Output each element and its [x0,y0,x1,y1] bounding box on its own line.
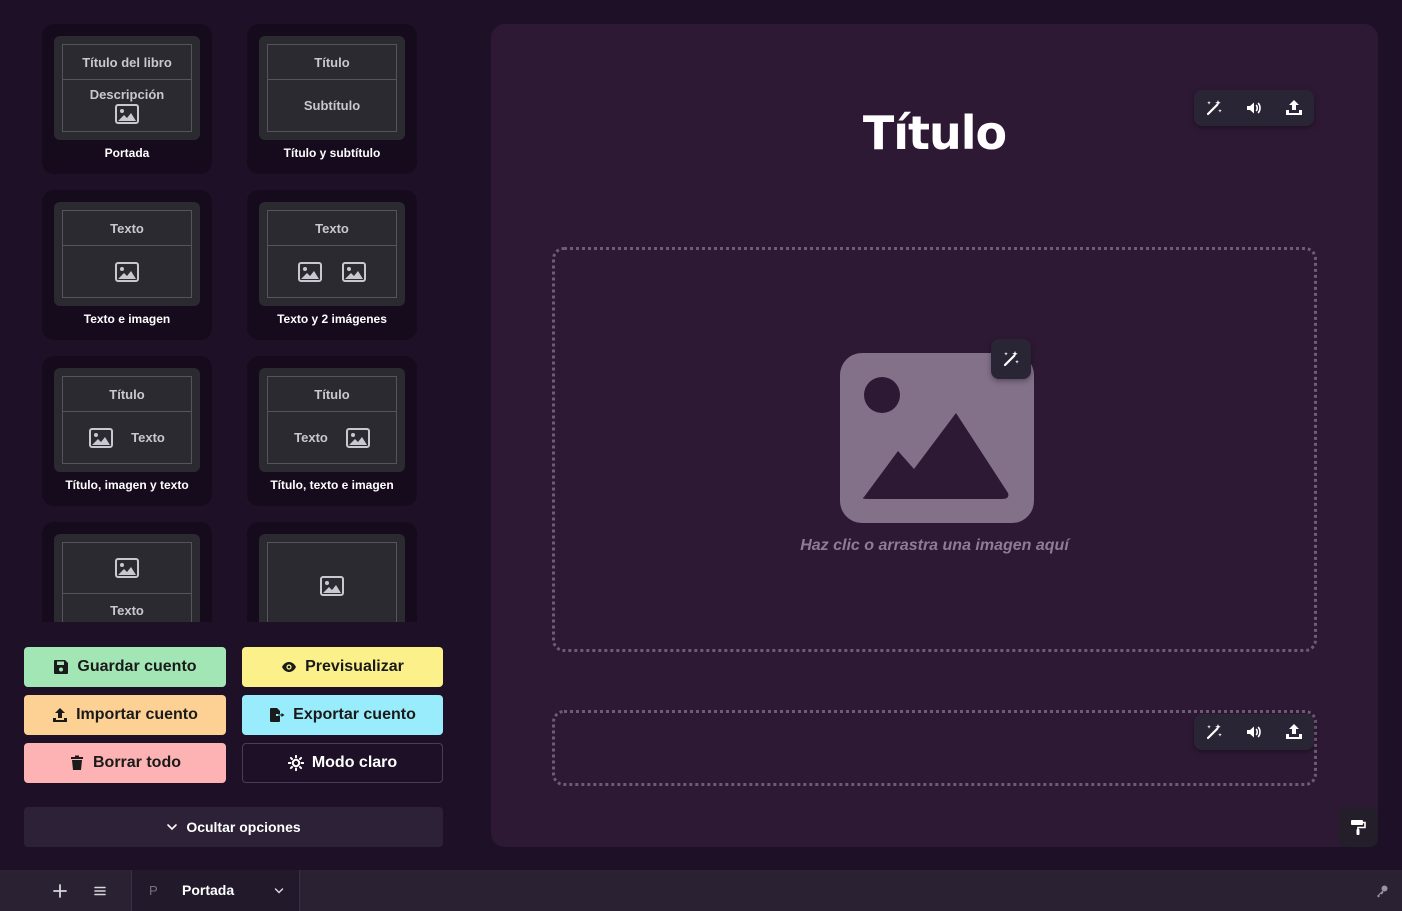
floppy-disk-icon [54,660,69,674]
hide-options-label: Ocultar opciones [186,819,301,835]
image-icon [115,261,139,282]
paint-roller-icon[interactable] [1338,807,1378,847]
plus-icon[interactable] [48,870,72,911]
export-story-label: Exportar cuento [293,706,416,723]
template-label: Título, imagen y texto [65,478,189,492]
preview-line: Texto [131,430,165,445]
export-story-button[interactable]: Exportar cuento [242,695,443,735]
template-card-titulo-texto-imagen[interactable]: Título Texto Título, texto e imagen [247,356,417,506]
image-icon [320,576,344,596]
light-mode-button[interactable]: Modo claro [242,743,443,783]
template-card-titulo-subtitulo[interactable]: Título Subtítulo Título y subtítulo [247,24,417,174]
preview-button[interactable]: Previsualizar [242,647,443,687]
template-label: Título, texto e imagen [270,478,394,492]
image-dropzone[interactable]: Haz clic o arrastra una imagen aquí [552,247,1317,652]
template-label: Portada [104,146,150,160]
preview-line: Título del libro [82,54,172,70]
magic-wand-icon[interactable] [1204,98,1224,118]
image-icon [115,558,139,578]
file-export-icon [270,708,285,722]
preview-line: Título [314,54,350,70]
template-preview: Texto [259,202,405,306]
template-preview: Texto [54,202,200,306]
preview-line: Texto [110,220,144,236]
preview-line: Título [314,386,350,402]
preview-label: Previsualizar [305,658,404,675]
template-card-imagen[interactable] [247,522,417,622]
key-icon[interactable] [1372,870,1392,911]
template-preview: Título Subtítulo [259,36,405,140]
title-toolbar [1194,90,1314,126]
menu-icon[interactable] [88,870,112,911]
template-card-texto-2-imagenes[interactable]: Texto Texto y 2 imágenes [247,190,417,340]
light-mode-label: Modo claro [311,754,398,771]
image-icon [345,427,370,448]
template-card-texto-imagen[interactable]: Texto Texto e imagen [42,190,212,340]
page-bar: P Portada [0,870,1402,911]
image-icon [298,261,322,282]
template-card-portada[interactable]: Título del libro Descripción Portada [42,24,212,174]
image-drop-hint: Haz clic o arrastra una imagen aquí [800,537,1069,554]
upload-icon[interactable] [1284,98,1304,118]
template-label: Título y subtítulo [283,146,381,160]
sidebar: Título del libro Descripción Portada Tít… [0,0,468,870]
preview-line: Texto [63,593,191,622]
image-icon [115,104,139,124]
image-icon [89,427,114,448]
template-preview [259,534,405,622]
chevron-down-icon[interactable] [274,886,284,896]
import-story-label: Importar cuento [76,706,198,723]
chevron-down-icon [167,824,178,831]
text-toolbar [1194,714,1314,750]
preview-line: Descripción [89,87,165,102]
page-name: Portada [182,882,235,898]
preview-line: Título [109,386,145,402]
hide-options-button[interactable]: Ocultar opciones [24,807,443,847]
save-story-label: Guardar cuento [77,658,197,675]
template-card-imagen-texto[interactable]: Texto [42,522,212,622]
preview-line: Texto [294,430,328,445]
eye-icon [282,662,297,672]
template-preview: Texto [54,534,200,622]
template-label: Texto e imagen [83,312,171,326]
upload-icon[interactable] [1284,722,1304,742]
clear-all-label: Borrar todo [93,754,181,771]
page-prefix: P [149,883,158,898]
template-label: Texto y 2 imágenes [277,312,387,326]
preview-line: Subtítulo [268,79,396,131]
magic-wand-icon[interactable] [1204,722,1224,742]
save-story-button[interactable]: Guardar cuento [24,647,226,687]
import-story-button[interactable]: Importar cuento [24,695,226,735]
template-preview: Título Texto [259,368,405,472]
speaker-icon[interactable] [1244,722,1264,742]
image-icon [342,261,366,282]
template-list[interactable]: Título del libro Descripción Portada Tít… [24,24,444,622]
template-preview: Título Texto [54,368,200,472]
template-card-titulo-imagen-texto[interactable]: Título Texto Título, imagen y texto [42,356,212,506]
trash-icon [71,755,83,770]
clear-all-button[interactable]: Borrar todo [24,743,226,783]
preview-line: Texto [315,220,349,236]
sun-icon [287,755,304,771]
template-preview: Título del libro Descripción [54,36,200,140]
magic-wand-icon[interactable] [991,339,1031,379]
page-tab-portada[interactable]: P Portada [131,870,300,911]
speaker-icon[interactable] [1244,98,1264,118]
page-canvas: Título Haz clic o arrastra una imagen aq… [491,24,1378,847]
upload-icon [53,708,68,722]
